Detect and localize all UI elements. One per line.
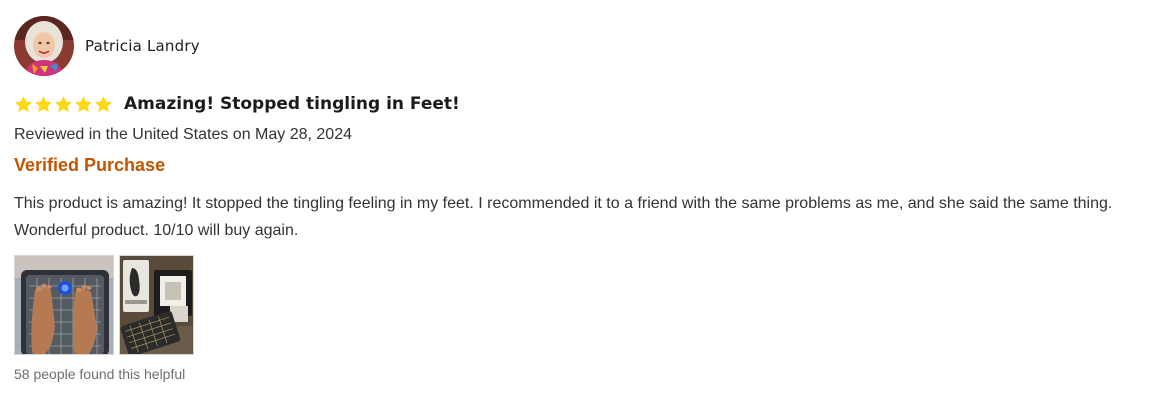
star-icon [55, 95, 72, 112]
reviewer-profile[interactable]: Patricia Landry [14, 16, 1154, 76]
review-card: Patricia Landry Amazing! Stopped tinglin… [14, 16, 1154, 382]
product-box-photo-icon [120, 256, 193, 354]
reviewer-name[interactable]: Patricia Landry [85, 37, 200, 55]
review-title[interactable]: Amazing! Stopped tingling in Feet! [124, 94, 460, 114]
feet-on-massager-photo-icon [15, 256, 113, 354]
verified-purchase-badge: Verified Purchase [14, 155, 166, 175]
star-rating[interactable] [14, 95, 113, 114]
review-images [14, 255, 1154, 355]
review-date: Reviewed in the United States on May 28,… [14, 126, 352, 143]
star-icon [75, 95, 92, 112]
review-image-thumbnail[interactable] [119, 255, 194, 355]
star-icon [95, 95, 112, 112]
helpful-count: 58 people found this helpful [14, 366, 186, 382]
review-title-row: Amazing! Stopped tingling in Feet! [14, 93, 1154, 115]
review-image-thumbnail[interactable] [14, 255, 114, 355]
reviewer-avatar[interactable] [14, 16, 74, 76]
star-icon [15, 95, 32, 112]
review-body: This product is amazing! It stopped the … [14, 195, 1113, 239]
star-icon [35, 95, 52, 112]
avatar-photo-icon [14, 16, 74, 76]
